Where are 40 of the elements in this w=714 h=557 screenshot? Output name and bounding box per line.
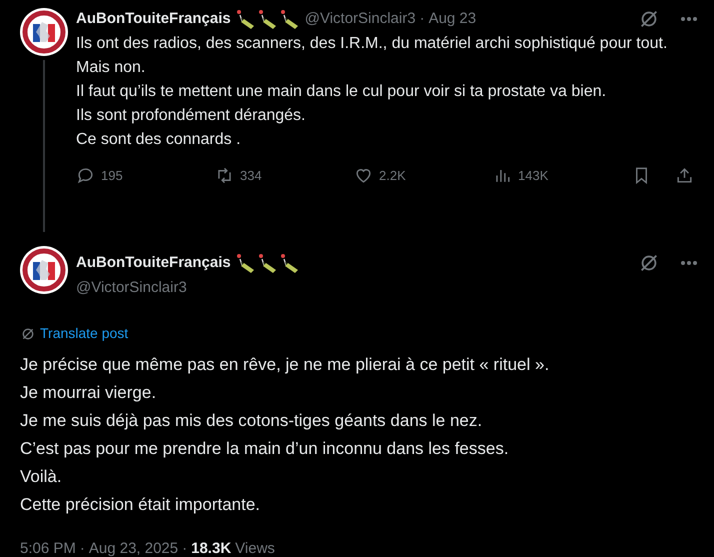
handle[interactable]: @VictorSinclair3 <box>76 276 187 299</box>
post-time[interactable]: 5:06 PM <box>20 538 76 557</box>
post-text-line: Ils ont des radios, des scanners, des I.R.M., du matériel archi sophistiqué pour tout. <box>76 34 668 54</box>
post-text-line: Cette précision était importante. <box>20 494 260 516</box>
stat-count: 195 <box>101 167 123 185</box>
avatar-icon[interactable] <box>20 246 68 294</box>
post-text-line: Je précise que même pas en rêve, je ne me plierai à ce petit « rituel ». <box>20 354 550 376</box>
heart-icon[interactable] <box>354 166 373 186</box>
stat-count: 143K <box>518 167 548 185</box>
stat-count: 334 <box>240 167 262 185</box>
post-date[interactable]: Aug 23 <box>428 9 476 29</box>
speech-bubble-icon[interactable] <box>76 166 95 186</box>
share-icon[interactable] <box>675 166 694 186</box>
bottle-icons-drawing <box>234 253 301 274</box>
display-name[interactable]: AuBonTouiteFrançais <box>76 9 231 29</box>
post-date[interactable]: Aug 23, 2025 <box>88 538 178 557</box>
translate-post-link[interactable]: Translate post <box>20 323 128 344</box>
handle[interactable]: @VictorSinclair3 <box>304 9 416 29</box>
post-text-line: Ce sont des connards . <box>76 130 241 150</box>
separator: · <box>420 9 425 29</box>
views-label: Views <box>235 539 275 557</box>
more-icon[interactable] <box>680 260 698 266</box>
avatar-icon[interactable] <box>20 8 68 56</box>
post-text-line: Il faut qu’ils te mettent une main dans le cul pour voir si ta prostate va bien. <box>76 82 606 102</box>
separator: · <box>182 539 188 557</box>
post-text-line: Ils sont profondément dérangés. <box>76 106 306 126</box>
translate-icon <box>20 326 36 342</box>
stat-count: 2.2K <box>379 167 406 185</box>
display-name[interactable]: AuBonTouiteFrançais <box>76 252 231 274</box>
post-text-line: Mais non. <box>76 58 146 78</box>
slashed-circle-icon[interactable] <box>638 8 660 30</box>
repost-icon[interactable] <box>215 166 234 186</box>
views-count: 18.3K <box>191 539 232 557</box>
bottle-icons-drawing <box>234 9 301 29</box>
post-text-line: Je mourrai vierge. <box>20 382 156 404</box>
more-icon[interactable] <box>680 16 698 22</box>
post-text-line: Voilà. <box>20 466 62 488</box>
post-text-line: C’est pas pour me prendre la main d’un inconnu dans les fesses. <box>20 438 509 460</box>
post-text-line: Je me suis déjà pas mis des cotons-tiges géants dans le nez. <box>20 410 482 432</box>
separator: · <box>80 539 85 557</box>
